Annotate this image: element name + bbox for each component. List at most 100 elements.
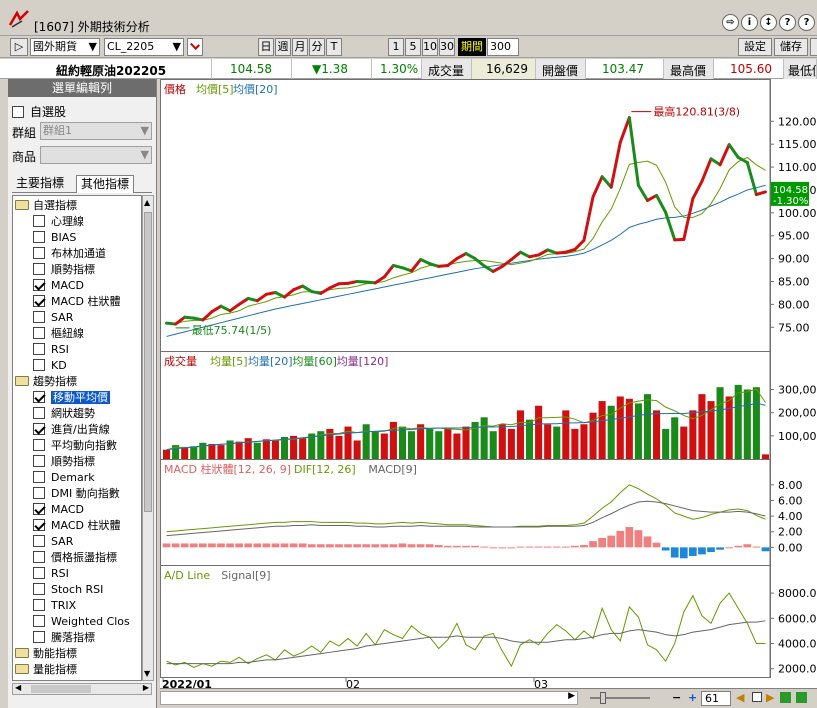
play-icon[interactable]: ▷ (10, 38, 28, 56)
indicator-checkbox[interactable] (33, 391, 45, 403)
save-button[interactable]: 儲存 (774, 38, 808, 56)
tree-indicator-item[interactable]: MACD 柱狀體 (33, 518, 120, 534)
tree-indicator-item[interactable]: MACD (33, 278, 84, 294)
indicator-checkbox[interactable] (33, 567, 45, 579)
indicator-checkbox[interactable] (33, 487, 45, 499)
scroll-up-icon[interactable]: ▲ (144, 198, 150, 207)
tree-indicator-item[interactable]: 進貨/出貨線 (33, 422, 110, 438)
help-alt-icon[interactable]: ? (798, 14, 815, 31)
minute-1-button[interactable]: 1 (388, 38, 404, 56)
zoom-slider-handle[interactable] (600, 692, 606, 704)
indicator-checkbox[interactable] (33, 215, 45, 227)
tree-indicator-item[interactable]: RSI (33, 566, 69, 582)
tree-indicator-item[interactable]: 網狀趨勢 (33, 406, 95, 422)
indicator-checkbox[interactable] (33, 263, 45, 275)
stop-icon[interactable] (752, 692, 762, 702)
tree-indicator-item[interactable]: 順勢指標 (33, 262, 95, 278)
indicator-checkbox[interactable] (33, 295, 45, 307)
group-select[interactable]: 群組1 ▼ (40, 122, 152, 140)
indicator-checkbox[interactable] (33, 503, 45, 515)
indicator-checkbox[interactable] (33, 599, 45, 611)
minute-5-button[interactable]: 5 (405, 38, 421, 56)
tree-indicator-item[interactable]: RSI (33, 342, 69, 358)
indicator-checkbox[interactable] (33, 311, 45, 323)
zoom-in-icon[interactable]: + (688, 691, 697, 704)
indicator-checkbox[interactable] (33, 423, 45, 435)
indicator-checkbox[interactable] (33, 455, 45, 467)
zoom-slider[interactable] (590, 697, 650, 699)
indicator-checkbox[interactable] (33, 551, 45, 563)
chart-hscroll[interactable]: ▶ (160, 691, 578, 705)
rewind-icon[interactable]: ◀ (736, 691, 744, 704)
custom-stock-toggle[interactable]: 自選股 (12, 103, 66, 120)
tree-vertical-scrollbar[interactable]: ▲ ▼ (142, 195, 154, 681)
tab-other-indicators[interactable]: 其他指標 (76, 175, 135, 193)
resize-icon[interactable]: ↕ (760, 14, 777, 31)
tree-indicator-item[interactable]: BIAS (33, 230, 76, 246)
tree-indicator-item[interactable]: 順勢指標 (33, 454, 95, 470)
indicator-checkbox[interactable] (33, 231, 45, 243)
minute-30-button[interactable]: 30 (439, 38, 455, 56)
indicator-checkbox[interactable] (33, 343, 45, 355)
period-tick-button[interactable]: T (326, 38, 342, 56)
indicator-checkbox[interactable] (33, 359, 45, 371)
sync-checkbox[interactable] (187, 38, 203, 56)
tree-indicator-item[interactable]: Stoch RSI (33, 582, 103, 598)
technical-chart[interactable]: 價格 均價[5] 均價[20] 成交量 均量[5] 均量[20] 均量[60] 均量[120]… (160, 79, 817, 691)
tree-folder[interactable]: 量能指標 (15, 662, 77, 678)
scroll-left-icon[interactable]: ◀ (15, 683, 21, 692)
tree-indicator-item[interactable]: MACD 柱狀體 (33, 294, 120, 310)
more-button[interactable] (810, 38, 817, 56)
tree-indicator-item[interactable]: 平均動向指數 (33, 438, 117, 454)
tree-indicator-item[interactable]: 樞紐線 (33, 326, 84, 342)
tab-main-indicators[interactable]: 主要指標 (12, 175, 68, 193)
tree-indicator-item[interactable]: DMI 動向指數 (33, 486, 120, 502)
scroll-down-icon[interactable]: ▼ (144, 669, 150, 678)
symbol-select[interactable]: CL_2205 ▼ (104, 38, 184, 56)
scroll-thumb[interactable] (144, 212, 152, 512)
scroll-right-icon[interactable]: ▶ (568, 691, 575, 701)
indicator-checkbox[interactable] (33, 279, 45, 291)
period-month-button[interactable]: 月 (292, 38, 308, 56)
indicator-checkbox[interactable] (33, 407, 45, 419)
tree-indicator-item[interactable]: 價格振盪指標 (33, 550, 117, 566)
tree-folder[interactable]: 自選指標 (15, 198, 77, 214)
tree-indicator-item[interactable]: 騰落指標 (33, 630, 95, 646)
tree-indicator-item[interactable]: TRIX (33, 598, 76, 614)
minute-10-button[interactable]: 10 (422, 38, 438, 56)
scroll-right-icon[interactable]: ▶ (143, 683, 149, 692)
zoom-input[interactable]: 61 (701, 691, 731, 706)
tree-folder[interactable]: 動能指標 (15, 646, 77, 662)
period-minute-button[interactable]: 分 (309, 38, 325, 56)
tree-indicator-item[interactable]: 布林加通道 (33, 246, 106, 262)
tree-indicator-item[interactable]: SAR (33, 534, 73, 550)
indicator-checkbox[interactable] (33, 631, 45, 643)
period-week-button[interactable]: 週 (275, 38, 291, 56)
indicator-checkbox[interactable] (33, 583, 45, 595)
tree-indicator-item[interactable]: SAR (33, 310, 73, 326)
tree-horizontal-scrollbar[interactable]: ◀ ▶ (12, 683, 152, 695)
indicator-checkbox[interactable] (33, 535, 45, 547)
tree-indicator-item[interactable]: MACD (33, 502, 84, 518)
export-icon[interactable] (780, 692, 791, 703)
forward-icon[interactable]: ▶ (766, 691, 774, 704)
print-icon[interactable] (796, 692, 807, 703)
tree-indicator-item[interactable]: Demark (33, 470, 95, 486)
indicator-checkbox[interactable] (33, 439, 45, 451)
indicator-checkbox[interactable] (33, 471, 45, 483)
tree-folder[interactable]: 趨勢指標 (15, 374, 77, 390)
market-select[interactable]: 國外期貨 ▼ (30, 38, 100, 56)
zoom-out-icon[interactable]: − (672, 691, 681, 704)
indicator-checkbox[interactable] (33, 247, 45, 259)
period-day-button[interactable]: 日 (258, 38, 274, 56)
tree-indicator-item[interactable]: 移動平均價 (33, 390, 110, 406)
tree-indicator-item[interactable]: KD (33, 358, 67, 374)
indicator-checkbox[interactable] (33, 615, 45, 627)
product-select[interactable]: ▼ (40, 146, 152, 164)
help-icon[interactable]: ? (779, 14, 796, 31)
settings-button[interactable]: 設定 (738, 38, 772, 56)
indicator-checkbox[interactable] (33, 519, 45, 531)
link-icon[interactable]: ⇨ (722, 14, 739, 31)
period-input[interactable]: 300 (487, 38, 519, 56)
custom-stock-checkbox[interactable] (12, 106, 24, 118)
